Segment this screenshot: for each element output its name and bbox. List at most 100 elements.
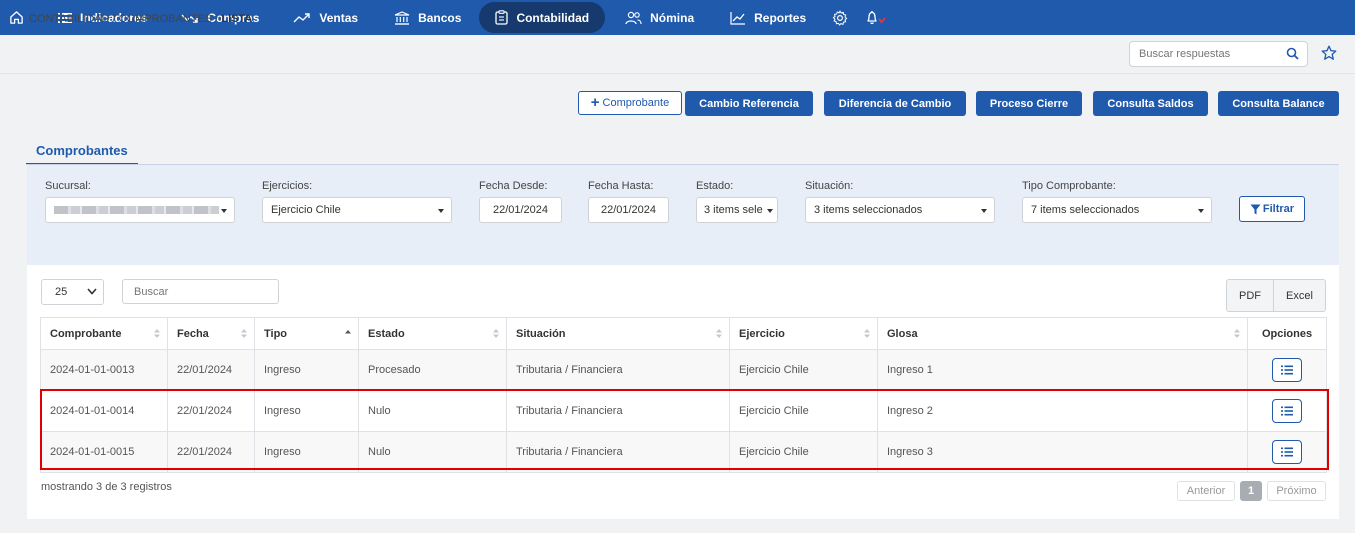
- sort-icon: [864, 329, 870, 338]
- estado-value: 3 items sele: [704, 204, 763, 216]
- ejercicios-value: Ejercicio Chile: [271, 204, 341, 216]
- nav-contabilidad[interactable]: Contabilidad: [479, 2, 606, 33]
- cell-fecha: 22/01/2024: [167, 431, 255, 473]
- notifications-button[interactable]: [860, 0, 900, 35]
- column-header-label: Glosa: [887, 327, 918, 340]
- list-icon: [1281, 447, 1293, 457]
- cell-ejercicio: Ejercicio Chile: [729, 431, 878, 473]
- cell-situacion: Tributaria / Financiera: [506, 390, 730, 432]
- cell-glosa: Ingreso 3: [877, 431, 1248, 473]
- sucursal-label: Sucursal:: [45, 180, 91, 192]
- pagination-page-1[interactable]: 1: [1240, 481, 1262, 501]
- gear-icon: [832, 9, 848, 26]
- tab-comprobantes[interactable]: Comprobantes: [26, 140, 138, 165]
- export-pdf-button[interactable]: PDF: [1226, 279, 1274, 312]
- bank-icon: [394, 10, 410, 25]
- fecha-desde-input[interactable]: 22/01/2024: [479, 197, 562, 223]
- clipboard-icon: [495, 10, 509, 25]
- cell-situacion: Tributaria / Financiera: [506, 431, 730, 473]
- add-comprobante-button[interactable]: + Comprobante: [578, 91, 682, 115]
- star-icon[interactable]: [1321, 45, 1337, 61]
- table-row[interactable]: 2024-01-01-0014 22/01/2024 Ingreso Nulo …: [40, 390, 1327, 432]
- cell-situacion: Tributaria / Financiera: [506, 349, 730, 391]
- sort-icon: [493, 329, 499, 338]
- column-header-label: Situación: [516, 327, 566, 340]
- breadcrumb: CONTABILIDAD / COMPROBANTES / LISTA: [29, 13, 252, 25]
- breadcrumb-separator: /: [109, 13, 119, 25]
- table-row[interactable]: 2024-01-01-0013 22/01/2024 Ingreso Proce…: [40, 349, 1327, 391]
- fecha-hasta-label: Fecha Hasta:: [588, 180, 654, 192]
- cell-comprobante: 2024-01-01-0015: [40, 431, 168, 473]
- sucursal-select[interactable]: [45, 197, 235, 223]
- fecha-hasta-input[interactable]: 22/01/2024: [588, 197, 669, 223]
- estado-select[interactable]: 3 items sele: [696, 197, 778, 223]
- pagination-next[interactable]: Próximo: [1267, 481, 1326, 501]
- cell-ejercicio: Ejercicio Chile: [729, 349, 878, 391]
- column-header-comprobante[interactable]: Comprobante: [40, 317, 168, 350]
- cell-tipo: Ingreso: [254, 431, 359, 473]
- row-options-button[interactable]: [1272, 358, 1302, 382]
- nav-nomina[interactable]: Nómina: [615, 0, 704, 35]
- cell-tipo: Ingreso: [254, 390, 359, 432]
- cell-comprobante: 2024-01-01-0013: [40, 349, 168, 391]
- chevron-down-icon: [767, 209, 773, 213]
- situacion-select[interactable]: 3 items seleccionados: [805, 197, 995, 223]
- column-header-estado[interactable]: Estado: [358, 317, 507, 350]
- chevron-down-icon: [438, 209, 444, 213]
- page-size-select[interactable]: 25: [41, 279, 104, 305]
- diferencia-cambio-button[interactable]: Diferencia de Cambio: [824, 91, 966, 116]
- ejercicios-label: Ejercicios:: [262, 180, 313, 192]
- cambio-referencia-button[interactable]: Cambio Referencia: [685, 91, 813, 116]
- chevron-down-icon: [87, 288, 97, 295]
- ejercicios-select[interactable]: Ejercicio Chile: [262, 197, 452, 223]
- cell-fecha: 22/01/2024: [167, 349, 255, 391]
- redacted-value: [54, 206, 219, 214]
- column-header-situacion[interactable]: Situación: [506, 317, 730, 350]
- nav-nomina-label: Nómina: [650, 10, 695, 25]
- column-header-ejercicio[interactable]: Ejercicio: [729, 317, 878, 350]
- help-search-input[interactable]: [1130, 42, 1280, 66]
- column-header-fecha[interactable]: Fecha: [167, 317, 255, 350]
- row-options-button[interactable]: [1272, 399, 1302, 423]
- filtrar-button[interactable]: Filtrar: [1239, 196, 1305, 222]
- consulta-saldos-button[interactable]: Consulta Saldos: [1093, 91, 1208, 116]
- nav-reportes[interactable]: Reportes: [720, 0, 816, 35]
- column-header-label: Tipo: [264, 327, 288, 340]
- breadcrumb-comprobantes[interactable]: COMPROBANTES: [119, 13, 213, 25]
- column-header-tipo[interactable]: Tipo: [254, 317, 359, 350]
- sort-ascending-icon: [345, 330, 351, 334]
- column-header-opciones: Opciones: [1247, 317, 1327, 350]
- tipo-comprobante-label: Tipo Comprobante:: [1022, 180, 1116, 192]
- table-row[interactable]: 2024-01-01-0015 22/01/2024 Ingreso Nulo …: [40, 431, 1327, 473]
- situacion-value: 3 items seleccionados: [814, 204, 923, 216]
- column-header-label: Fecha: [177, 327, 209, 340]
- plus-icon: +: [590, 94, 600, 111]
- column-header-glosa[interactable]: Glosa: [877, 317, 1248, 350]
- chevron-down-icon: [981, 209, 987, 213]
- tipo-comprobante-value: 7 items seleccionados: [1031, 204, 1140, 216]
- export-excel-button[interactable]: Excel: [1273, 279, 1326, 312]
- table-search-input[interactable]: [123, 280, 273, 303]
- situacion-label: Situación:: [805, 180, 854, 192]
- add-comprobante-label: Comprobante: [602, 97, 670, 109]
- list-icon: [1281, 406, 1293, 416]
- sort-icon: [154, 329, 160, 338]
- cell-ejercicio: Ejercicio Chile: [729, 390, 878, 432]
- cell-fecha: 22/01/2024: [167, 390, 255, 432]
- tipo-comprobante-select[interactable]: 7 items seleccionados: [1022, 197, 1212, 223]
- bell-icon: [867, 10, 886, 24]
- search-icon[interactable]: [1286, 47, 1299, 60]
- row-options-button[interactable]: [1272, 440, 1302, 464]
- breadcrumb-contabilidad[interactable]: CONTABILIDAD: [29, 13, 109, 25]
- breadcrumb-lista: LISTA: [221, 13, 253, 25]
- nav-bancos[interactable]: Bancos: [384, 0, 471, 35]
- nav-contabilidad-label: Contabilidad: [516, 10, 590, 25]
- cell-estado: Nulo: [358, 390, 507, 432]
- nav-ventas[interactable]: Ventas: [283, 0, 368, 35]
- pagination-previous[interactable]: Anterior: [1177, 481, 1235, 501]
- cell-glosa: Ingreso 2: [877, 390, 1248, 432]
- proceso-cierre-button[interactable]: Proceso Cierre: [976, 91, 1082, 116]
- nav-ventas-label: Ventas: [319, 10, 359, 25]
- filtrar-label: Filtrar: [1262, 203, 1295, 215]
- consulta-balance-button[interactable]: Consulta Balance: [1218, 91, 1339, 116]
